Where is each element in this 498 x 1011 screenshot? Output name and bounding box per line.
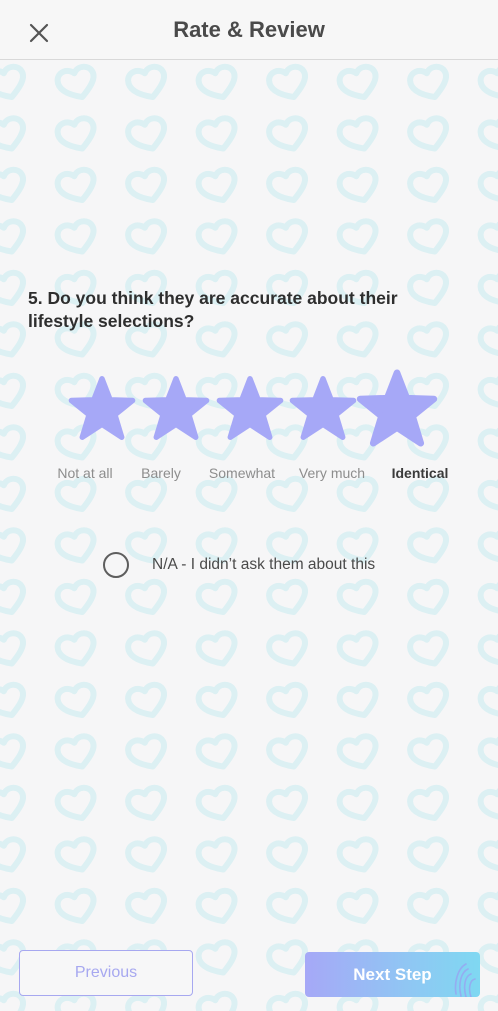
star-4[interactable] (289, 375, 357, 441)
rating-label-barely: Barely (141, 465, 181, 481)
star-3[interactable] (216, 375, 284, 441)
close-icon (29, 23, 49, 43)
rating-label-somewhat: Somewhat (208, 465, 276, 481)
star-icon (68, 376, 136, 440)
rating-label-very-much: Very much (298, 465, 366, 481)
next-step-button[interactable]: Next Step (305, 952, 480, 997)
star-2[interactable] (142, 375, 210, 441)
top-bar: Rate & Review (0, 0, 498, 60)
previous-button-label: Previous (74, 964, 138, 981)
rating-label-not-at-all: Not at all (57, 465, 113, 481)
star-rating (0, 365, 498, 455)
page-title: Rate & Review (173, 17, 325, 42)
heart-pattern-background (0, 60, 498, 1011)
star-icon (142, 376, 210, 440)
na-label: N/A - I didn’t ask them about this (152, 556, 376, 573)
star-icon (216, 376, 284, 440)
rating-label-identical: Identical (391, 465, 449, 481)
close-button[interactable] (22, 16, 56, 50)
question-text: 5. Do you think they are accurate about … (28, 288, 398, 331)
fingerprint-icon (454, 963, 476, 997)
na-option[interactable]: N/A - I didn’t ask them about this (103, 549, 375, 581)
star-icon (289, 376, 357, 440)
na-radio[interactable] (103, 552, 129, 578)
next-step-button-label: Next Step (353, 964, 432, 984)
star-1[interactable] (68, 375, 136, 441)
previous-button[interactable]: Previous (19, 950, 193, 996)
star-5[interactable] (356, 368, 438, 448)
star-icon (356, 369, 438, 447)
